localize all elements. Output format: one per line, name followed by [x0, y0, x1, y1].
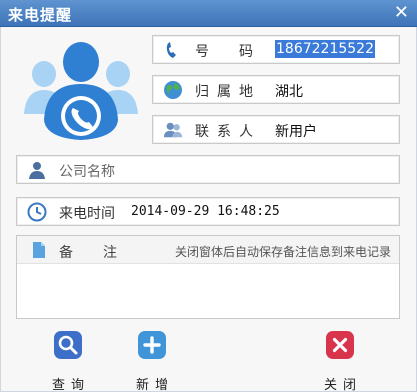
document-icon — [33, 242, 45, 258]
phone-icon — [166, 42, 176, 58]
query-button-label: 查询 — [51, 378, 90, 392]
phone-label: 号 码 — [195, 44, 261, 60]
location-label: 归属地 — [195, 84, 261, 100]
call-time-value: 2014-09-29 16:48:25 — [131, 204, 280, 219]
add-button[interactable]: 新增 — [124, 330, 180, 392]
notes-label: 备 注 — [59, 245, 125, 261]
company-field[interactable]: 公司名称 — [16, 155, 400, 184]
notes-panel: 备 注 关闭窗体后自动保存备注信息到来电记录 — [16, 235, 400, 319]
company-name-placeholder: 公司名称 — [59, 164, 115, 180]
location-value: 湖北 — [275, 84, 303, 100]
notes-textarea[interactable] — [21, 266, 397, 316]
call-time-label: 来电时间 — [59, 206, 115, 222]
notes-header: 备 注 关闭窗体后自动保存备注信息到来电记录 — [17, 236, 399, 264]
contact-label: 联系人 — [195, 124, 261, 140]
caller-avatar-icon — [24, 42, 138, 140]
close-button[interactable]: 关闭 — [312, 330, 368, 392]
window-title: 来电提醒 — [8, 6, 73, 24]
window-close-button[interactable]: ✕ — [394, 2, 409, 24]
contact-field: 联系人 新用户 — [152, 115, 400, 144]
add-button-label: 新增 — [135, 378, 174, 392]
phone-number-value[interactable]: 18672215522 — [275, 40, 375, 58]
globe-icon — [164, 81, 182, 99]
close-icon — [326, 331, 354, 359]
clock-icon — [27, 202, 47, 222]
phone-field: 号 码 18672215522 — [152, 35, 400, 64]
search-icon — [54, 331, 82, 359]
contacts-icon — [163, 122, 183, 138]
person-icon — [29, 162, 45, 179]
location-field: 归属地 湖北 — [152, 75, 400, 104]
contact-name-value[interactable]: 新用户 — [275, 121, 317, 141]
query-button[interactable]: 查询 — [40, 330, 96, 392]
call-time-field: 来电时间 2014-09-29 16:48:25 — [16, 197, 400, 226]
title-bar: 来电提醒 ✕ — [0, 0, 417, 27]
notes-autosave-hint: 关闭窗体后自动保存备注信息到来电记录 — [174, 245, 391, 259]
plus-icon — [138, 331, 166, 359]
close-button-label: 关闭 — [323, 378, 362, 392]
